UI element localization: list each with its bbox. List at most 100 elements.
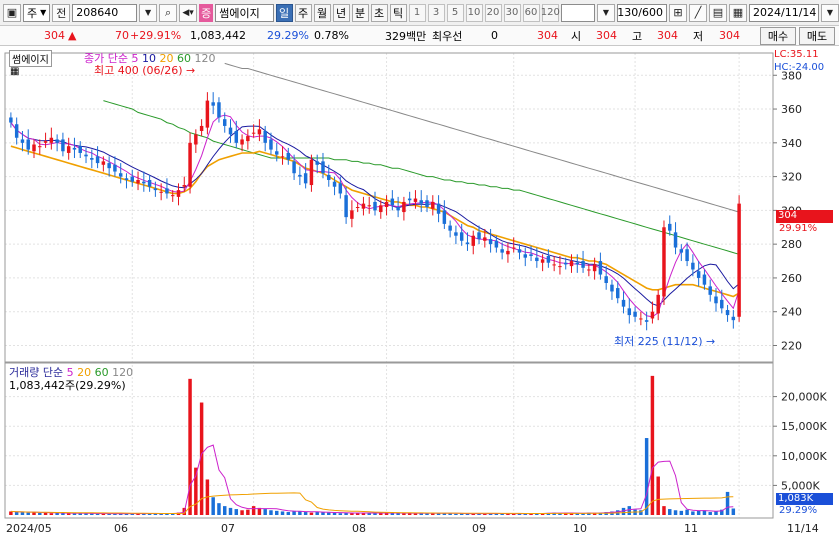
candle-body: [170, 195, 175, 197]
volume-bar: [708, 512, 712, 515]
price-tick-label: 340: [781, 137, 802, 150]
bid-value: 0: [491, 29, 498, 42]
candle-body: [142, 181, 146, 184]
period-minute[interactable]: 분: [351, 3, 369, 22]
volume-bar: [26, 512, 30, 515]
volume-tick-label: 10,000K: [781, 450, 827, 463]
candle-body: [511, 247, 516, 249]
x-axis-label: 07: [221, 522, 235, 535]
candle-body: [361, 203, 366, 209]
candle-body: [199, 125, 204, 131]
low-annotation: 최저 225 (11/12) →: [614, 333, 715, 349]
date-field[interactable]: 2024/11/14: [749, 3, 819, 22]
candle-body: [696, 271, 701, 278]
period-second[interactable]: 초: [370, 3, 388, 22]
interval-1[interactable]: 1: [408, 3, 426, 22]
period-day[interactable]: 일: [275, 3, 293, 22]
candle-body: [633, 311, 637, 317]
candle-body: [49, 137, 54, 143]
candle-body: [436, 203, 441, 214]
bar-count-field[interactable]: 130/600: [617, 3, 667, 22]
high-annotation: 최고 400 (06/26) →: [94, 62, 195, 78]
candle-body: [327, 174, 331, 180]
candle-body: [251, 132, 256, 134]
save-icon[interactable]: ▤: [709, 3, 727, 22]
candle-body: [263, 131, 267, 143]
volume-bar: [66, 513, 71, 515]
code-input[interactable]: 208640: [72, 3, 138, 22]
code-dropdown-icon[interactable]: ▼: [139, 3, 158, 22]
volume-bar: [309, 512, 314, 515]
candle-body: [563, 262, 568, 265]
candle-body: [78, 146, 82, 153]
candle-body: [280, 156, 285, 158]
volume-bar: [20, 512, 25, 515]
candle-body: [644, 320, 649, 322]
search-icon[interactable]: ⌕: [159, 3, 178, 22]
volume-bar: [240, 510, 244, 515]
candle-body: [373, 201, 377, 211]
price-panel-stock-name: 썸에이지: [9, 50, 52, 67]
volume-bar: [14, 512, 19, 515]
market-select[interactable]: 주 ▼: [23, 3, 51, 22]
volume-bar: [49, 513, 54, 515]
last-price-badge: 304: [776, 210, 833, 223]
candle-body: [147, 179, 152, 187]
prev-button[interactable]: 전: [52, 3, 71, 22]
candle-body: [679, 249, 684, 253]
period-month[interactable]: 월: [313, 3, 331, 22]
candle-body: [32, 144, 36, 152]
date-dropdown-icon[interactable]: ▼: [821, 3, 839, 22]
volume-bar: [668, 509, 672, 515]
interval-dropdown-icon[interactable]: ▼: [597, 3, 615, 22]
interval-10[interactable]: 10: [465, 3, 483, 22]
interval-60[interactable]: 60: [522, 3, 540, 22]
candle-body: [90, 158, 94, 160]
interval-5[interactable]: 5: [446, 3, 464, 22]
layout-icon[interactable]: ▣: [3, 3, 21, 22]
candle-body: [685, 249, 689, 262]
interval-custom-input[interactable]: [561, 3, 595, 22]
open-label: 시: [571, 29, 582, 43]
price-tick-label: 320: [781, 171, 802, 184]
volume: 1,083,442: [190, 29, 246, 42]
candle-body: [691, 262, 695, 270]
candle-body: [298, 174, 302, 177]
calendar-icon[interactable]: ▦: [729, 3, 747, 22]
candle-body: [72, 147, 77, 150]
candle-body: [587, 269, 591, 271]
period-year[interactable]: 년: [332, 3, 350, 22]
menu-icon[interactable]: ▦: [10, 66, 19, 77]
sell-button[interactable]: 매도: [799, 27, 835, 45]
volume-bar: [298, 511, 302, 515]
volume-ratio: 29.29%: [267, 29, 309, 42]
interval-20[interactable]: 20: [484, 3, 502, 22]
volume-bar: [650, 375, 655, 515]
volume-bar: [673, 510, 678, 515]
candle-body: [246, 136, 250, 142]
volume-bar: [269, 510, 273, 515]
period-week[interactable]: 주: [294, 3, 312, 22]
volume-bar: [280, 511, 285, 515]
candle-body: [165, 188, 169, 194]
interval-3[interactable]: 3: [427, 3, 445, 22]
price-volume-chart[interactable]: 380360340320300280260240220 20,000K15,00…: [0, 47, 839, 541]
stock-market-tag: 증: [199, 3, 214, 22]
chart-type-icon[interactable]: ╱: [689, 3, 707, 22]
candle-body: [182, 185, 187, 187]
buy-button[interactable]: 매수: [760, 27, 796, 45]
interval-30[interactable]: 30: [503, 3, 521, 22]
interval-120[interactable]: 120: [541, 3, 560, 22]
candle-body: [650, 311, 655, 319]
candle-body: [84, 154, 88, 157]
stock-name-field[interactable]: 썸에이지: [215, 3, 274, 22]
speaker-icon[interactable]: ◀▾: [179, 3, 198, 22]
zoom-icon[interactable]: ⊞: [669, 3, 687, 22]
volume-tick-label: 15,000K: [781, 420, 827, 433]
hc-value: HC:-24.00: [774, 62, 825, 73]
period-tick[interactable]: 틱: [389, 3, 407, 22]
candle-body: [465, 242, 470, 245]
candle-body: [702, 274, 707, 285]
open-price: 304: [596, 29, 617, 42]
candle-body: [38, 146, 42, 148]
